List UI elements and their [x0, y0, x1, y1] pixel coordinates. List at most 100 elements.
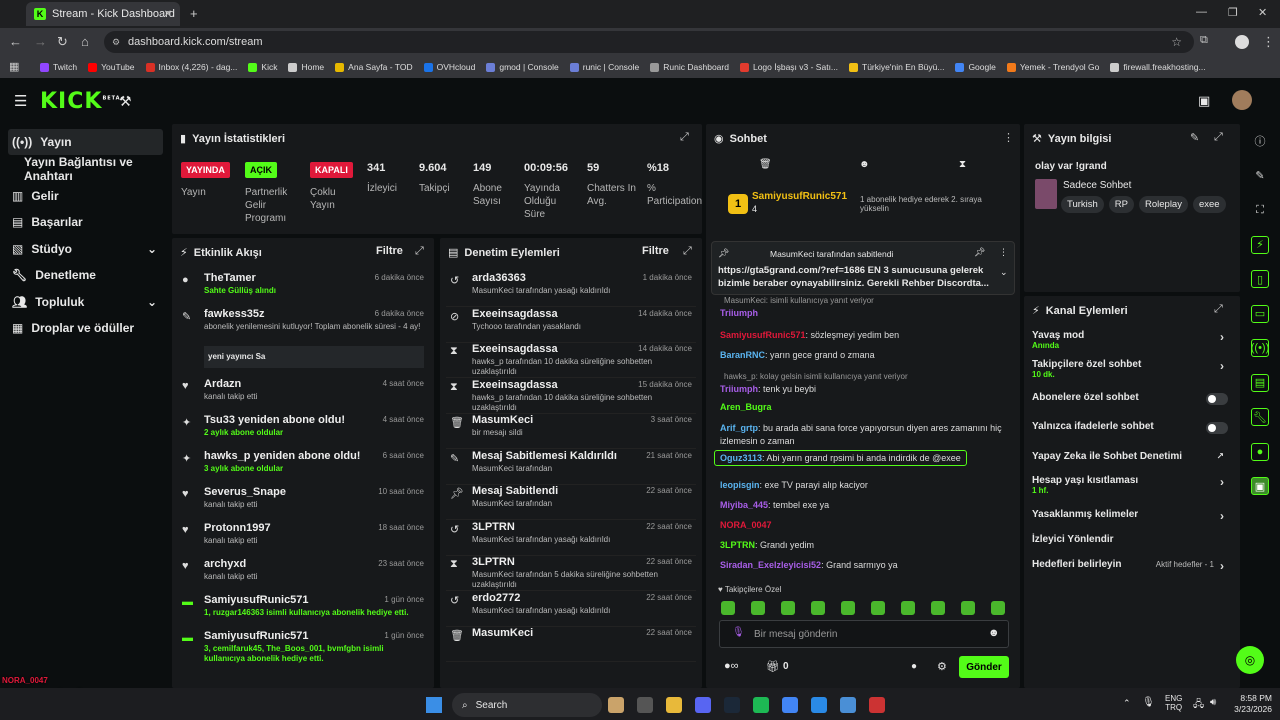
info-icon[interactable]: ⓘ	[1251, 132, 1269, 150]
tray-chevron-icon[interactable]: ⌃	[1123, 698, 1131, 709]
game-app-icon[interactable]	[608, 697, 624, 713]
activity-item[interactable]: ♥ archyxd 23 saat önce kanalı takip etti	[178, 558, 428, 594]
moderation-item[interactable]: ⧗ Exeeinsagdassa 15 dakika önce hawks_p tar…	[446, 379, 696, 414]
bookmark-item[interactable]: Home	[288, 62, 324, 72]
chat-username[interactable]: Arif_grtp	[720, 423, 758, 433]
app-brush-icon[interactable]	[869, 697, 885, 713]
chat-username[interactable]: leopisgin	[720, 480, 760, 490]
edit-pencil-icon[interactable]: ✎	[1190, 131, 1199, 144]
moderation-item[interactable]: 📌︎ Mesaj Sabitlendi 22 saat önce MasumKeci …	[446, 485, 696, 520]
mic-tray-icon[interactable]: 🎙︎	[1142, 697, 1155, 708]
toggle-switch[interactable]	[1206, 422, 1228, 434]
bookmark-item[interactable]: Yemek - Trendyol Go	[1006, 62, 1099, 72]
close-tab-icon[interactable]: ✕	[164, 9, 172, 20]
expand-icon[interactable]: ⤢	[680, 131, 689, 144]
moderation-item[interactable]: ⧗ Exeeinsagdassa 14 dakika önce hawks_p tar…	[446, 343, 696, 378]
screenshot-icon[interactable]: ⛶	[1251, 201, 1269, 219]
emote-icon[interactable]: ☻	[859, 159, 870, 170]
bookmark-item[interactable]: Türkiye'nin En Büyü...	[849, 62, 944, 72]
moderation-item[interactable]: ↺ erdo2772 22 saat önce MasumKeci tarafında…	[446, 592, 696, 627]
reload-icon[interactable]: ↻	[57, 34, 68, 50]
bookmark-item[interactable]: Twitch	[40, 62, 77, 72]
taskbar-search[interactable]: ⌕ Search	[452, 693, 602, 717]
unpin-icon[interactable]: 📌︎	[974, 247, 985, 258]
emote-icon[interactable]	[991, 601, 1005, 615]
moderation-item[interactable]: ⧗ 3LPTRN 22 saat önce MasumKeci tarafından …	[446, 556, 696, 591]
emote-icon[interactable]	[901, 601, 915, 615]
emote-icon[interactable]	[841, 601, 855, 615]
sidebar-item-droplar[interactable]: ▦ Droplar ve ödüller	[8, 315, 163, 341]
trash-icon[interactable]: 🗑︎	[759, 159, 772, 170]
moderation-item[interactable]: 🗑︎ MasumKeci 22 saat önce	[446, 627, 696, 662]
sidebar-item-stream-key[interactable]: Yayın Bağlantısı ve Anahtarı	[20, 155, 175, 183]
bookmark-star-icon[interactable]: ☆	[1171, 35, 1182, 49]
bookmark-item[interactable]: Ana Sayfa - TOD	[335, 62, 413, 72]
mic-icon[interactable]: 🎙︎	[732, 627, 745, 638]
language-indicator[interactable]: ENG TRQ	[1165, 694, 1182, 712]
discord-icon[interactable]	[695, 697, 711, 713]
file-explorer-icon[interactable]	[666, 697, 682, 713]
network-icon[interactable]: 🖧︎	[1193, 697, 1204, 714]
channel-action-item[interactable]: Hedefleri belirleyin Aktif hedefler - 1 ›	[1032, 559, 1232, 583]
spotify-icon[interactable]	[753, 697, 769, 713]
sidebar-item-topluluk[interactable]: 👥︎ Topluluk ⌄	[8, 289, 163, 315]
activity-item[interactable]: ● TheTamer 6 dakika önce Sahte Güllüş alınd…	[178, 272, 428, 308]
chrome-icon[interactable]	[782, 697, 798, 713]
restore-icon[interactable]: ❐	[1228, 6, 1238, 19]
sidebar-item-basarilar[interactable]: ▤ Başarılar	[8, 209, 163, 235]
clock[interactable]: 8:58 PM 3/23/2026	[1232, 693, 1272, 715]
lightning-icon[interactable]: ⚡	[1251, 235, 1269, 254]
extensions-icon[interactable]: ⧉	[1200, 34, 1208, 47]
bookmark-item[interactable]: YouTube	[88, 62, 135, 72]
bookmark-item[interactable]: Logo İşbaşı v3 - Satı...	[739, 62, 838, 72]
chat-username[interactable]: 3LPTRN	[720, 540, 755, 550]
live-view-icon[interactable]: ▣	[1198, 93, 1210, 109]
user-avatar[interactable]	[1232, 90, 1252, 110]
minimize-icon[interactable]: —	[1196, 6, 1207, 18]
activity-item[interactable]: ♥ Ardazn 4 saat önce kanalı takip etti	[178, 378, 428, 414]
channel-action-item[interactable]: Takipçilere özel sohbet 10 dk. ›	[1032, 359, 1232, 383]
chat-username[interactable]: BaranRNC	[720, 350, 765, 360]
channel-action-item[interactable]: Yalnızca ifadelerle sohbet	[1032, 421, 1232, 445]
hamburger-menu-icon[interactable]: ☰	[14, 92, 27, 110]
app-g-icon[interactable]	[840, 697, 856, 713]
emote-icon[interactable]	[871, 601, 885, 615]
chat-username[interactable]: Triiumph	[720, 308, 758, 318]
toggle-switch[interactable]	[1206, 393, 1228, 405]
back-icon[interactable]: ←	[9, 34, 22, 49]
channel-action-item[interactable]: Abonelere özel sohbet	[1032, 392, 1232, 416]
bookmark-item[interactable]: Inbox (4,226) - dag...	[145, 62, 237, 72]
activity-item[interactable]: ♥ Severus_Snape 10 saat önce kanalı takip e…	[178, 486, 428, 522]
browser-menu-icon[interactable]: ⋮	[1262, 34, 1275, 50]
settings-gear-icon[interactable]: ⚙	[937, 660, 947, 673]
bookmark-item[interactable]: firewall.freakhosting...	[1110, 62, 1206, 72]
moderation-item[interactable]: ↺ 3LPTRN 22 saat önce MasumKeci tarafından …	[446, 521, 696, 556]
expand-icon[interactable]: ⤢	[683, 245, 692, 258]
chat-options-icon[interactable]: ⋮	[1003, 131, 1014, 144]
task-view-icon[interactable]	[637, 697, 653, 713]
document-icon[interactable]: ▯	[1251, 270, 1269, 288]
bookmark-item[interactable]: gmod | Console	[486, 62, 559, 72]
windows-start-icon[interactable]	[426, 697, 442, 713]
help-support-icon[interactable]: ◎	[1236, 646, 1264, 674]
emote-icon[interactable]	[931, 601, 945, 615]
chat-bubble-icon[interactable]: ●	[911, 661, 917, 672]
stream-tag[interactable]: exee	[1192, 196, 1226, 213]
forward-icon[interactable]: →	[34, 34, 47, 49]
timer-icon[interactable]: ⧗	[959, 159, 966, 170]
bookmark-item[interactable]: Kick	[248, 62, 277, 72]
window-close-icon[interactable]: ✕	[1258, 6, 1267, 19]
expand-icon[interactable]: ⤢	[415, 245, 424, 258]
activity-item[interactable]: ▬ SamiyusufRunic571 1 gün önce 1, ruzgar146…	[178, 594, 428, 630]
wrench-icon[interactable]: 🔧︎	[1251, 408, 1269, 426]
pinned-options-icon[interactable]: ⋮	[999, 247, 1008, 258]
bookmark-item[interactable]: Runic Dashboard	[650, 62, 729, 72]
vscode-icon[interactable]	[811, 697, 827, 713]
address-bar[interactable]: ⚙ dashboard.kick.com/stream ☆	[104, 31, 1194, 53]
activity-item[interactable]: ✎ fawkess35z 6 dakika önce abonelik yenilem…	[178, 308, 428, 378]
send-button[interactable]: Gönder	[959, 656, 1009, 678]
new-tab-icon[interactable]: +	[190, 6, 198, 21]
chat-username[interactable]: Triiumph	[720, 384, 758, 394]
emote-icon[interactable]	[721, 601, 735, 615]
bookmark-item[interactable]: Google	[955, 62, 996, 72]
